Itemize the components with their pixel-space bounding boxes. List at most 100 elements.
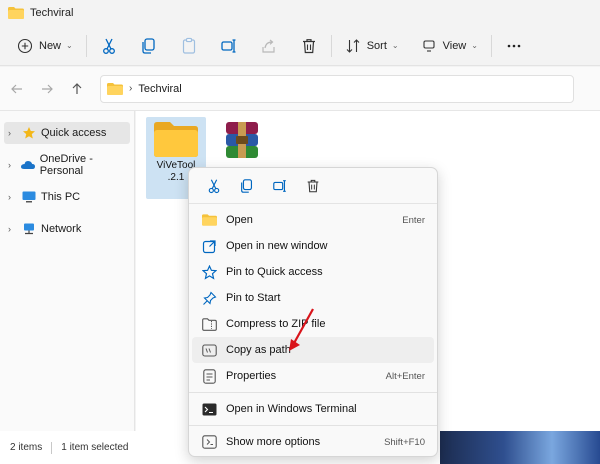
menu-item-properties[interactable]: Properties Alt+Enter [192, 363, 434, 389]
chevron-down-icon: ⌄ [471, 41, 478, 50]
new-label: New [39, 39, 62, 52]
copy-icon [142, 37, 155, 54]
chevron-right-icon[interactable]: › [8, 192, 22, 202]
sidebar-item-quick-access[interactable]: › Quick access [4, 122, 130, 144]
menu-item-label: Open in Windows Terminal [226, 403, 357, 415]
menu-item-label: Open [226, 214, 253, 226]
chevron-right-icon[interactable]: › [8, 224, 22, 234]
menu-item-show-more-options[interactable]: Show more options Shift+F10 [192, 429, 434, 455]
properties-icon [201, 368, 217, 384]
cut-button[interactable] [95, 32, 123, 60]
menu-item-pin-quick-access[interactable]: Pin to Quick access [192, 259, 434, 285]
menu-item-label: Copy as path [226, 344, 291, 356]
folder-icon [8, 7, 24, 19]
more-options-button[interactable] [500, 32, 528, 60]
sidebar-item-label: OneDrive - Personal [39, 153, 93, 177]
copy-icon [241, 178, 253, 193]
arrow-up-icon [72, 82, 82, 94]
menu-divider [189, 425, 437, 426]
menu-item-open-new-window[interactable]: Open in new window [192, 233, 434, 259]
sidebar-item-onedrive[interactable]: › OneDrive - Personal [4, 153, 130, 177]
address-bar-row: › Techviral [0, 67, 600, 111]
sidebar-item-network[interactable]: › Network [4, 218, 130, 240]
chevron-right-icon: › [129, 83, 133, 94]
star-icon [22, 126, 36, 140]
selection-count: 1 item selected [61, 442, 129, 453]
open-new-window-icon [201, 238, 217, 254]
address-field[interactable]: › Techviral [100, 74, 574, 103]
cloud-icon [20, 158, 35, 172]
rename-button[interactable] [265, 173, 295, 199]
new-button[interactable]: New ⌄ [12, 32, 78, 60]
clipboard-icon [182, 37, 195, 54]
sidebar-item-this-pc[interactable]: › This PC [4, 186, 130, 208]
scissors-icon [102, 38, 115, 54]
back-button[interactable] [2, 75, 32, 103]
zip-folder-icon [201, 316, 217, 332]
winrar-archive-icon [226, 122, 258, 158]
folder-icon [154, 122, 198, 157]
up-button[interactable] [62, 75, 92, 103]
delete-button[interactable] [298, 173, 328, 199]
toolbar-divider [490, 34, 492, 57]
sort-icon [346, 38, 360, 53]
cut-button[interactable] [199, 173, 229, 199]
share-icon [262, 39, 275, 53]
sort-label: Sort [366, 39, 387, 52]
plus-circle-icon [17, 38, 33, 53]
menu-item-label: Pin to Start [226, 292, 281, 304]
rename-icon [273, 179, 286, 192]
computer-icon [22, 190, 36, 204]
title-bar: Techviral [0, 0, 600, 26]
arrow-left-icon [11, 84, 22, 93]
address-path: Techviral [138, 82, 182, 95]
chevron-down-icon: ⌄ [391, 41, 399, 50]
command-bar: New ⌄ Sort ⌄ View ⌄ [0, 26, 600, 66]
arrow-right-icon [42, 84, 53, 93]
copy-button[interactable] [232, 173, 262, 199]
rename-icon [221, 38, 236, 53]
menu-item-shortcut: Alt+Enter [385, 370, 425, 382]
terminal-icon [201, 401, 217, 417]
copy-path-icon [201, 342, 217, 358]
copy-button[interactable] [135, 32, 163, 60]
trash-icon [302, 38, 315, 53]
menu-item-shortcut: Shift+F10 [384, 436, 425, 448]
menu-item-windows-terminal[interactable]: Open in Windows Terminal [192, 396, 434, 422]
menu-item-open[interactable]: Open Enter [192, 207, 434, 233]
toolbar-divider [85, 34, 87, 57]
menu-divider [189, 392, 437, 393]
menu-item-label: Properties [226, 370, 277, 382]
forward-button[interactable] [32, 75, 62, 103]
star-icon [201, 264, 217, 280]
sidebar-item-label: Network [41, 223, 82, 235]
item-count: 2 items [10, 442, 43, 453]
menu-item-label: Pin to Quick access [226, 266, 323, 278]
pin-icon [201, 290, 217, 306]
annotation-arrow-icon [289, 308, 314, 351]
navigation-pane: › Quick access › OneDrive - Personal › T… [0, 111, 135, 431]
menu-item-label: Open in new window [226, 240, 328, 252]
scissors-icon [208, 179, 220, 193]
more-icon [507, 44, 521, 47]
folder-icon [107, 82, 123, 95]
more-options-icon [201, 434, 217, 450]
delete-button[interactable] [295, 32, 323, 60]
network-icon [22, 222, 36, 236]
folder-icon [201, 212, 217, 228]
quick-actions-row [189, 168, 437, 204]
view-label: View [442, 39, 467, 52]
share-button[interactable] [255, 32, 283, 60]
paste-button[interactable] [175, 32, 203, 60]
chevron-down-icon: ⌄ [66, 41, 73, 50]
menu-item-shortcut: Enter [402, 214, 425, 226]
trash-icon [307, 179, 319, 192]
view-button[interactable]: View ⌄ [416, 32, 483, 60]
menu-item-label: Show more options [226, 436, 321, 448]
sort-button[interactable]: Sort ⌄ [340, 32, 404, 60]
status-divider [51, 441, 53, 454]
chevron-right-icon[interactable]: › [8, 128, 22, 138]
rename-button[interactable] [215, 32, 243, 60]
chevron-right-icon[interactable]: › [8, 160, 21, 170]
sidebar-item-label: Quick access [41, 127, 107, 139]
